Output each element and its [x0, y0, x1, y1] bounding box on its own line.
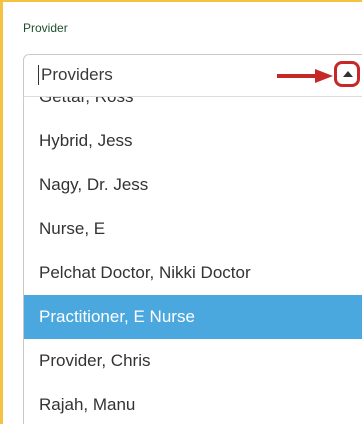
option-hybrid-jess[interactable]: Hybrid, Jess [24, 119, 362, 163]
option-nagy-dr-jess[interactable]: Nagy, Dr. Jess [24, 163, 362, 207]
provider-select-value[interactable]: Providers [38, 65, 113, 85]
provider-field-label: Provider [23, 21, 68, 35]
caret-up-icon[interactable] [343, 71, 353, 77]
option-nurse-e[interactable]: Nurse, E [24, 207, 362, 251]
provider-select[interactable]: Providers [23, 54, 362, 96]
provider-panel: Provider Providers Gettar, Ross Hybrid, … [0, 0, 362, 424]
option-practitioner-e-nurse[interactable]: Practitioner, E Nurse [24, 295, 362, 339]
option-provider-chris[interactable]: Provider, Chris [24, 339, 362, 383]
option-pelchat-doctor-nikki[interactable]: Pelchat Doctor, Nikki Doctor [24, 251, 362, 295]
annotation-arrow-icon [277, 69, 333, 83]
option-gettar-ross[interactable]: Gettar, Ross [24, 97, 362, 119]
provider-options-list[interactable]: Gettar, Ross Hybrid, Jess Nagy, Dr. Jess… [23, 96, 362, 424]
option-rajah-manu[interactable]: Rajah, Manu [24, 383, 362, 424]
